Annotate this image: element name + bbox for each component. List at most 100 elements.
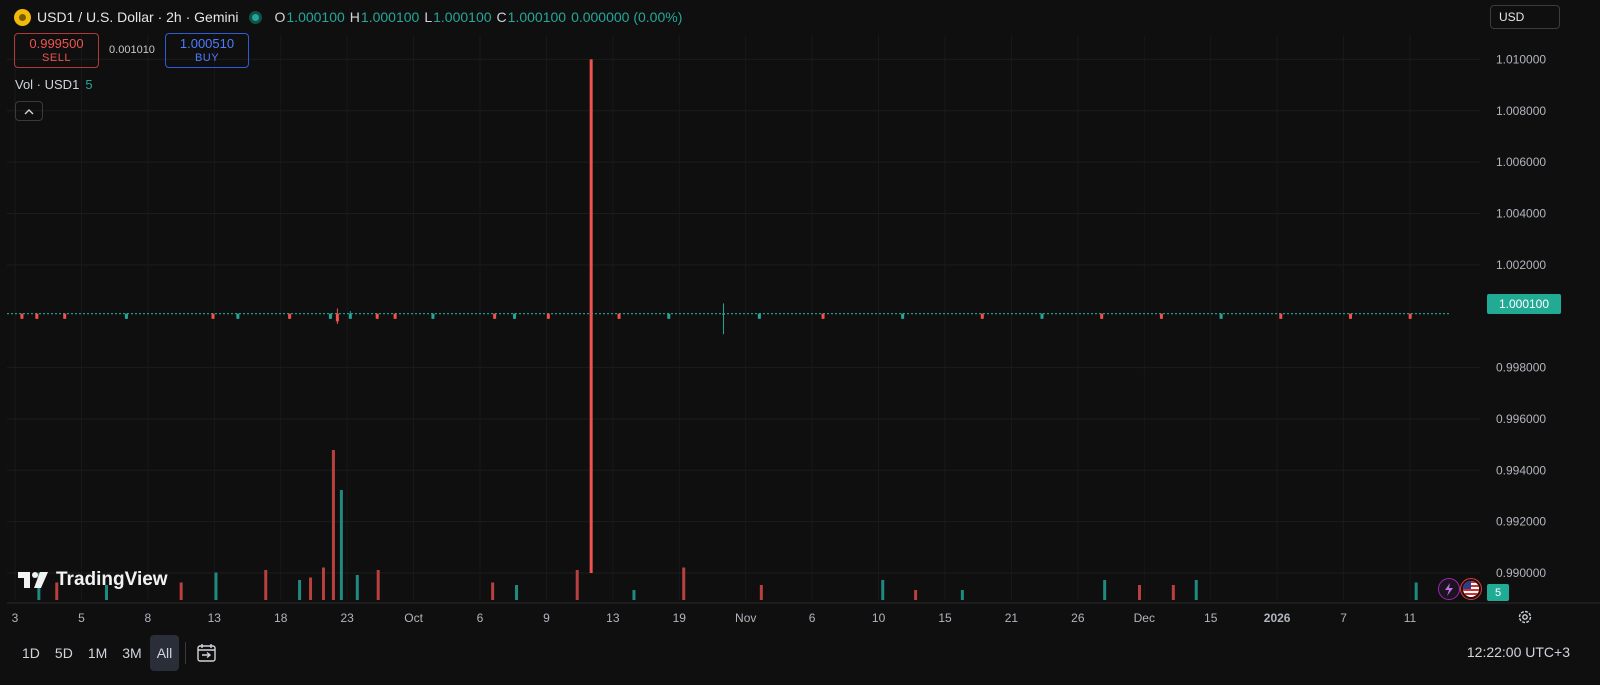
lightning-icon [1445,582,1453,596]
volume-bar [179,582,183,600]
candle-body [493,313,497,319]
y-tick-label: 1.008000 [1496,104,1546,118]
x-tick-label: 15 [1204,611,1218,625]
collapse-legend-button[interactable] [15,101,43,121]
spread-value: 0.001010 [109,44,155,56]
chart-frame: 1.010000 1.008000 1.006000 1.004000 1.002000… [0,0,1600,685]
volume-bar [264,570,268,600]
sell-button[interactable]: 0.999500 SELL [14,33,99,68]
toolbar-divider [185,642,187,664]
candle-body [35,313,39,319]
candle-body [375,313,379,319]
x-tick-label: 2026 [1264,611,1291,625]
scale-settings-button[interactable] [1515,607,1535,627]
x-tick-label: 21 [1005,611,1019,625]
volume-bar [1103,580,1107,600]
x-tick-label: Oct [404,611,423,625]
candle-body [1100,313,1104,319]
volume-bar [339,490,343,600]
market-status-icon[interactable] [248,10,262,24]
candle-body [211,313,215,319]
currency-value: USD [1499,10,1525,24]
sell-price: 0.999500 [29,35,84,51]
currency-selector[interactable]: USD [1490,5,1560,29]
volume-bar [632,590,636,600]
range-1d-button[interactable]: 1D [15,635,47,671]
buy-button[interactable]: 1.000510 BUY [165,33,249,68]
x-tick-label: 6 [809,611,816,625]
symbol-title[interactable]: USD1 / U.S. Dollar · 2h · Gemini [37,9,239,25]
calendar-arrow-icon [197,644,216,662]
candle-body [1279,313,1283,319]
x-tick-label: 26 [1071,611,1085,625]
buy-label: BUY [194,51,220,64]
volume-bar [515,585,519,600]
volume-bar [960,590,964,600]
candle-body [546,313,550,319]
candle-body [431,313,435,319]
candle-body [757,313,761,319]
x-tick-label: 23 [340,611,354,625]
candle-body [667,313,671,319]
x-tick-label: 8 [145,611,152,625]
y-tick-label: 0.994000 [1496,463,1546,477]
chart-canvas[interactable]: 1.010000 1.008000 1.006000 1.004000 1.002000… [0,0,1600,685]
x-tick-label: 9 [543,611,550,625]
volume-bar [309,577,313,600]
volume-bar [376,570,380,600]
x-tick-label: 7 [1340,611,1347,625]
x-tick-label: 3 [12,611,19,625]
gear-icon [1518,610,1532,624]
volume-bar [321,567,325,600]
buy-price: 1.000510 [179,35,235,51]
tradingview-logo[interactable]: TradingView [18,567,168,593]
volume-bar [881,580,885,600]
event-us-flag-icon[interactable] [1460,578,1482,600]
candle-body [1348,313,1352,319]
candle-body [1040,313,1044,319]
candle-body [328,313,332,319]
candle-body [513,313,517,319]
x-tick-label: 13 [606,611,620,625]
last-price-tag: 1.000100 [1487,294,1561,314]
range-5d-button[interactable]: 5D [48,635,80,671]
y-tick-label: 0.992000 [1496,515,1546,529]
range-3m-button[interactable]: 3M [115,635,148,671]
y-tick-label: 0.996000 [1496,412,1546,426]
ohlc-change: 0.000000 (0.00%) [571,9,683,25]
volume-bar [1194,580,1198,600]
range-all-button[interactable]: All [149,635,180,671]
candle-body [821,313,825,319]
y-tick-label: 1.004000 [1496,206,1546,220]
range-1m-button[interactable]: 1M [81,635,114,671]
volume-bar [1171,585,1175,600]
volume-bar [682,567,686,600]
candle-body [393,313,397,319]
volume-bar [575,570,579,600]
volume-legend[interactable]: Vol · USD1 5 [15,77,93,92]
x-tick-label: 10 [872,611,886,625]
candle-body [348,313,352,319]
x-tick-label: 13 [208,611,222,625]
us-flag-icon [1463,581,1479,597]
candle-body [63,313,67,319]
x-tick-label: 19 [673,611,687,625]
volume-bar [491,582,495,600]
volume-bar [759,585,763,600]
volume-bar [1138,585,1142,600]
volume-bar [214,572,218,600]
y-tick-label: 1.006000 [1496,155,1546,169]
go-to-date-button[interactable] [194,640,220,666]
ohlc-open: O1.000100 [274,9,345,25]
ohlc-low: L1.000100 [424,9,492,25]
candle-body [20,313,24,319]
candle-body [335,313,339,322]
x-tick-label: Nov [735,611,756,625]
clock-timezone[interactable]: 12:22:00 UTC+3 [1467,644,1570,660]
event-flash-icon[interactable] [1438,578,1460,600]
candle-body [589,59,593,574]
tradingview-logo-icon [18,572,48,588]
candle-body [617,313,621,319]
candle-body [980,313,984,319]
x-tick-label: Dec [1134,611,1155,625]
